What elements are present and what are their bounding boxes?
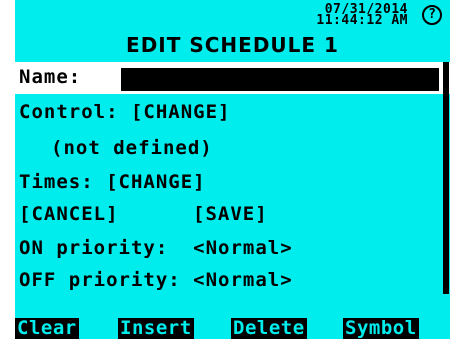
- delete-softkey[interactable]: Delete: [231, 318, 307, 339]
- on-priority-field[interactable]: ON priority: <Normal>: [19, 237, 293, 259]
- page-title: EDIT SCHEDULE 1: [126, 33, 339, 57]
- name-row[interactable]: Name:: [15, 62, 450, 94]
- scrollbar[interactable]: [443, 62, 449, 294]
- save-button[interactable]: [SAVE]: [193, 203, 268, 225]
- time-text: 11:44:12 AM: [316, 13, 408, 28]
- off-priority-field[interactable]: OFF priority: <Normal>: [19, 269, 293, 291]
- insert-softkey[interactable]: Insert: [118, 318, 194, 339]
- times-change-button[interactable]: Times: [CHANGE]: [19, 171, 206, 193]
- name-input[interactable]: [121, 68, 439, 91]
- help-icon[interactable]: ?: [422, 5, 442, 25]
- name-label: Name:: [19, 66, 82, 88]
- clear-softkey[interactable]: Clear: [15, 318, 79, 339]
- softkey-bar: Clear Insert Delete Symbol: [15, 318, 450, 339]
- symbol-softkey[interactable]: Symbol: [343, 318, 419, 339]
- control-value: (not defined): [51, 137, 213, 159]
- lcd-screen: 07/31/2014 11:44:12 AM ? EDIT SCHEDULE 1…: [15, 0, 450, 339]
- cancel-button[interactable]: [CANCEL]: [19, 203, 119, 225]
- control-change-button[interactable]: Control: [CHANGE]: [19, 101, 230, 123]
- date-time-display: 07/31/2014 11:44:12 AM: [316, 3, 408, 28]
